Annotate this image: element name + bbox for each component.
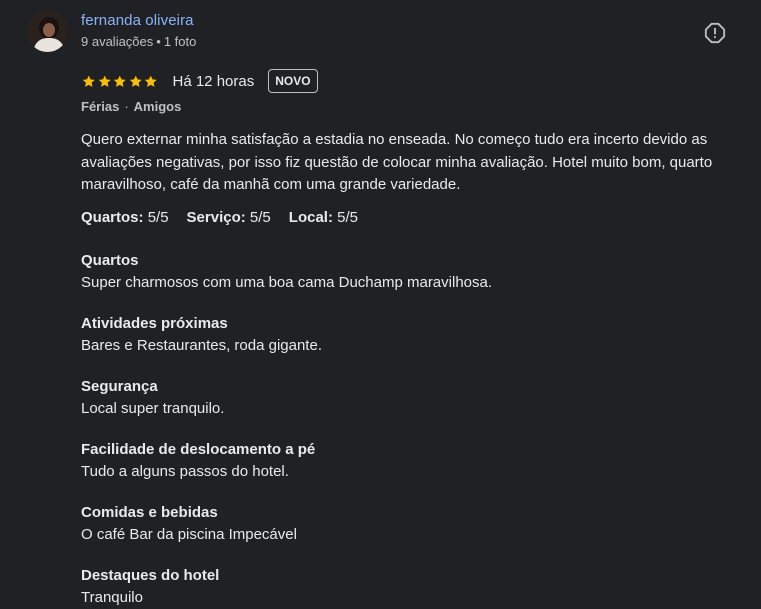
score-location: Local: 5/5 (289, 209, 358, 226)
section-heading: Comidas e bebidas (81, 504, 218, 521)
section-heading: Atividades próximas (81, 315, 228, 332)
section-walkability: Facilidade de deslocamento a pé Tudo a a… (81, 439, 315, 483)
report-button[interactable] (704, 22, 726, 44)
author-photo-count: 1 foto (163, 34, 197, 49)
score-value: 5/5 (147, 209, 169, 226)
author-meta: 9 avaliações • 1 foto (81, 34, 196, 49)
section-safety: Segurança Local super tranquilo. (81, 376, 224, 420)
star-icon (113, 75, 126, 87)
trip-companions: Amigos (133, 99, 182, 114)
star-rating (81, 74, 159, 89)
score-service: Serviço: 5/5 (187, 209, 271, 226)
section-heading: Quartos (81, 252, 139, 269)
review-card: fernanda oliveira 9 avaliações • 1 foto Há… (0, 0, 761, 607)
new-badge: NOVO (268, 69, 318, 93)
section-text: O café Bar da piscina Impecável (81, 526, 297, 543)
section-heading: Destaques do hotel (81, 567, 220, 584)
section-text: Super charmosos com uma boa cama Duchamp… (81, 274, 493, 291)
avatar[interactable] (27, 11, 68, 52)
star-icon (144, 75, 157, 87)
star-icon (129, 75, 142, 87)
score-value: 5/5 (249, 209, 271, 226)
section-heading: Segurança (81, 378, 158, 395)
section-text: Bares e Restaurantes, roda gigante. (81, 337, 322, 354)
author-name-link[interactable]: fernanda oliveira (81, 12, 194, 29)
star-icon (98, 75, 111, 87)
section-heading: Facilidade de deslocamento a pé (81, 441, 316, 458)
meta-separator: • (156, 34, 161, 49)
trip-separator: · (124, 99, 129, 114)
section-rooms: Quartos Super charmosos com uma boa cama… (81, 250, 492, 294)
section-text: Tranquilo (81, 589, 143, 606)
author-review-count: 9 avaliações (81, 34, 154, 49)
score-label: Serviço: (186, 209, 246, 226)
review-text: Quero externar minha satisfação a estadi… (81, 131, 713, 193)
section-food-drinks: Comidas e bebidas O café Bar da piscina … (81, 502, 297, 546)
section-text: Tudo a alguns passos do hotel. (81, 463, 289, 480)
score-rooms: Quartos: 5/5 (81, 209, 169, 226)
category-scores: Quartos: 5/5 Serviço: 5/5 Local: 5/5 (81, 209, 358, 226)
report-icon (704, 22, 726, 44)
rating-row: Há 12 horas NOVO (81, 68, 318, 94)
score-value: 5/5 (337, 209, 358, 226)
trip-type: Férias (81, 99, 120, 114)
section-nearby-activities: Atividades próximas Bares e Restaurantes… (81, 313, 322, 357)
section-text: Local super tranquilo. (81, 400, 225, 417)
trip-tags: Férias · Amigos (81, 99, 181, 114)
score-label: Quartos: (81, 209, 144, 226)
star-icon (82, 75, 95, 87)
section-hotel-highlights: Destaques do hotel Tranquilo (81, 565, 219, 609)
score-label: Local: (288, 209, 333, 226)
review-time: Há 12 horas (172, 72, 255, 90)
